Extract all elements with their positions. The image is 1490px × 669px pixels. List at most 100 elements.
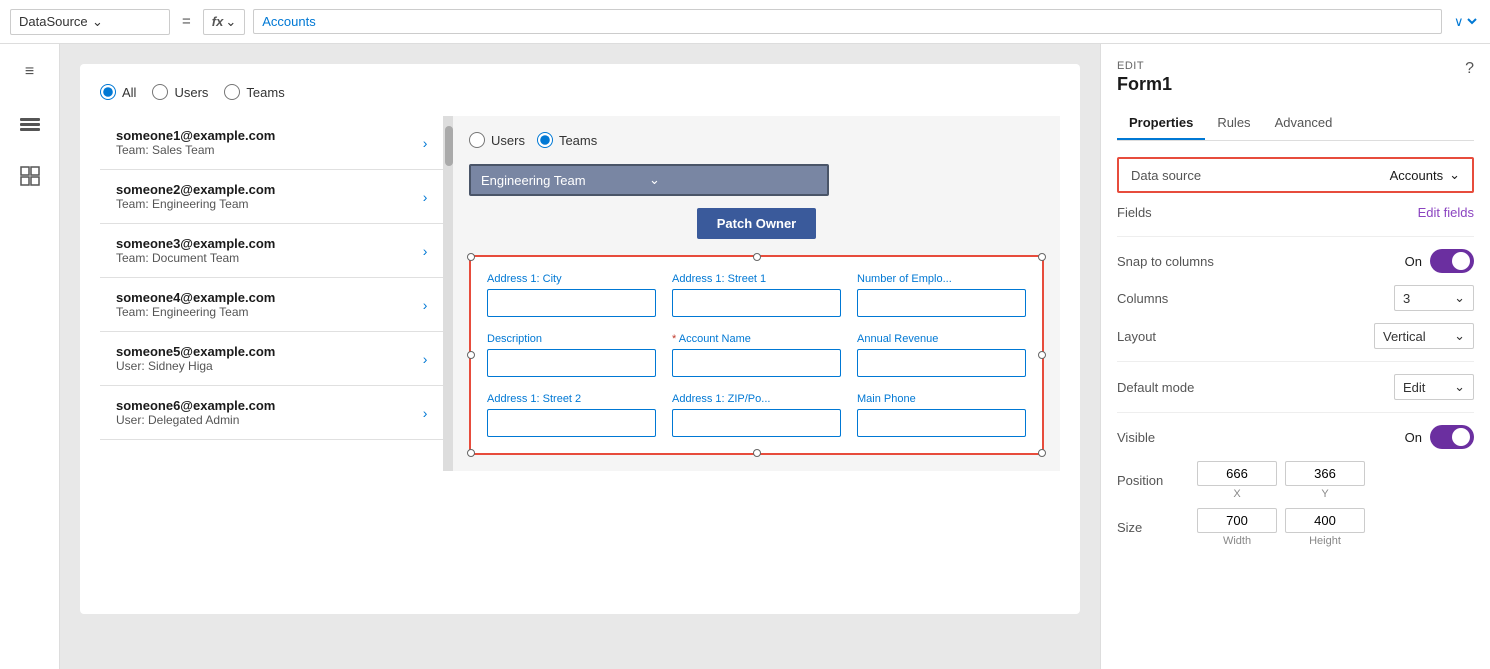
default-mode-row: Default mode Edit ⌄ [1117,374,1474,400]
columns-label: Columns [1117,291,1168,306]
properties-panel: ? EDIT Form1 Properties Rules Advanced D… [1100,44,1490,669]
tab-rules[interactable]: Rules [1205,107,1262,140]
datasource-dropdown[interactable]: DataSource ⌄ [10,9,170,35]
field-input-annual-revenue[interactable] [857,349,1026,377]
datasource-chevron-icon: ⌄ [1449,167,1460,183]
field-input-address-zip[interactable] [672,409,841,437]
size-height-input[interactable] [1285,508,1365,533]
layout-dropdown[interactable]: Vertical ⌄ [1374,323,1474,349]
field-label-num-employees: Number of Emplo... [857,273,1026,285]
form-title: Form1 [1117,74,1474,95]
resize-handle-tm[interactable] [753,253,761,261]
position-x-input[interactable] [1197,461,1277,486]
field-input-main-phone[interactable] [857,409,1026,437]
form-field-annual-revenue: Annual Revenue [857,333,1026,377]
equals-sign: = [178,13,195,30]
chevron-right-icon: › [423,135,428,151]
form-field-address-city: Address 1: City [487,273,656,317]
vertical-scrollbar[interactable] [444,116,453,471]
visible-toggle[interactable] [1430,425,1474,449]
help-icon[interactable]: ? [1465,60,1474,78]
field-input-account-name[interactable] [672,349,841,377]
datasource-chevron-icon: ⌄ [92,14,161,30]
size-width-input[interactable] [1197,508,1277,533]
scrollbar-thumb[interactable] [445,126,453,166]
tab-advanced[interactable]: Advanced [1263,107,1345,140]
position-y-input[interactable] [1285,461,1365,486]
resize-handle-bm[interactable] [753,449,761,457]
radio-all[interactable]: All [100,84,136,100]
fields-label: Fields [1117,205,1152,220]
resize-handle-tl[interactable] [467,253,475,261]
datasource-row: Data source Accounts ⌄ [1117,157,1474,193]
field-input-address-street1[interactable] [672,289,841,317]
formula-input[interactable] [253,9,1442,34]
field-input-num-employees[interactable] [857,289,1026,317]
user-item[interactable]: someone6@example.com User: Delegated Adm… [100,386,443,440]
form-grid: Address 1: City Address 1: Street 1 Numb… [487,273,1026,437]
user-item[interactable]: someone4@example.com Team: Engineering T… [100,278,443,332]
field-input-description[interactable] [487,349,656,377]
user-item[interactable]: someone1@example.com Team: Sales Team › [100,116,443,170]
fx-chevron-icon: ⌄ [225,14,236,30]
chevron-right-icon: › [423,243,428,259]
snap-to-columns-label: Snap to columns [1117,254,1214,269]
resize-handle-bl[interactable] [467,449,475,457]
fx-label: fx [212,14,224,29]
resize-handle-mr[interactable] [1038,351,1046,359]
size-inputs: Width Height [1197,508,1365,547]
field-label-address-street2: Address 1: Street 2 [487,393,656,405]
chevron-right-icon: › [423,405,428,421]
formula-dropdown[interactable]: ∨ [1450,13,1480,30]
snap-to-columns-value: On [1405,254,1422,269]
field-label-address-zip: Address 1: ZIP/Po... [672,393,841,405]
datasource-value[interactable]: Accounts ⌄ [1390,167,1460,183]
columns-dropdown[interactable]: 3 ⌄ [1394,285,1474,311]
size-height-label: Height [1309,535,1341,547]
position-x-label: X [1233,488,1240,500]
field-label-address-street1: Address 1: Street 1 [672,273,841,285]
user-item[interactable]: someone2@example.com Team: Engineering T… [100,170,443,224]
tab-properties[interactable]: Properties [1117,107,1205,140]
chevron-right-icon: › [423,297,428,313]
default-mode-chevron-icon: ⌄ [1454,379,1465,395]
fx-button[interactable]: fx ⌄ [203,9,245,35]
form-field-account-name: * Account Name [672,333,841,377]
datasource-label: DataSource [19,14,88,29]
snap-to-columns-toggle[interactable] [1430,249,1474,273]
form-field-address-street2: Address 1: Street 2 [487,393,656,437]
columns-row: Columns 3 ⌄ [1117,285,1474,311]
form-field-address-zip: Address 1: ZIP/Po... [672,393,841,437]
toggle-knob [1452,252,1470,270]
team-dropdown[interactable]: Engineering Team ⌄ [469,164,829,196]
form-field-description: Description [487,333,656,377]
default-mode-label: Default mode [1117,380,1194,395]
layers-icon[interactable] [14,108,46,140]
visible-label: Visible [1117,430,1155,445]
default-mode-dropdown[interactable]: Edit ⌄ [1394,374,1474,400]
patch-owner-button[interactable]: Patch Owner [697,208,816,239]
user-list: someone1@example.com Team: Sales Team › … [100,116,444,471]
form-container: Address 1: City Address 1: Street 1 Numb… [469,255,1044,455]
canvas-area: All Users Teams someone1@example.com Tea… [60,44,1100,669]
visible-value: On [1405,430,1422,445]
field-input-address-city[interactable] [487,289,656,317]
form-editor: Users Teams Engineering Team ⌄ [453,116,1060,471]
field-input-address-street2[interactable] [487,409,656,437]
form-field-main-phone: Main Phone [857,393,1026,437]
menu-icon[interactable]: ≡ [14,56,46,88]
resize-handle-ml[interactable] [467,351,475,359]
edit-fields-link[interactable]: Edit fields [1418,205,1474,220]
user-item[interactable]: someone3@example.com Team: Document Team… [100,224,443,278]
radio-teams[interactable]: Teams [224,84,284,100]
inner-radio-users[interactable]: Users [469,132,525,148]
datasource-prop-label: Data source [1131,168,1390,183]
resize-handle-tr[interactable] [1038,253,1046,261]
radio-users[interactable]: Users [152,84,208,100]
chevron-right-icon: › [423,189,428,205]
components-icon[interactable] [14,160,46,192]
inner-radio-teams[interactable]: Teams [537,132,597,148]
resize-handle-br[interactable] [1038,449,1046,457]
user-item[interactable]: someone5@example.com User: Sidney Higa › [100,332,443,386]
fields-row: Fields Edit fields [1117,205,1474,220]
